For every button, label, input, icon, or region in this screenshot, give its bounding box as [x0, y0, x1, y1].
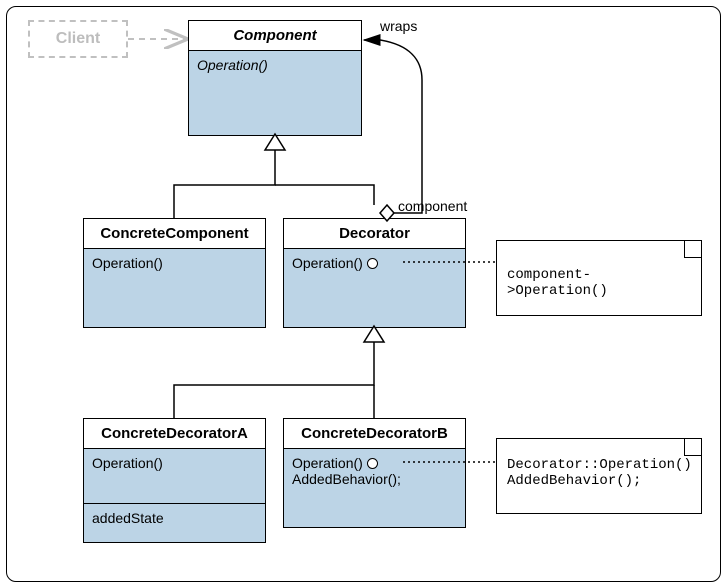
- concrete-component-op: Operation(): [84, 249, 265, 277]
- label-wraps: wraps: [380, 18, 417, 34]
- decorator-op-ring-icon: [367, 258, 378, 269]
- cda-title: ConcreteDecoratorA: [84, 419, 265, 449]
- client-label: Client: [56, 30, 100, 47]
- note-cdb: Decorator::Operation() AddedBehavior();: [496, 438, 702, 514]
- note2-line2: AddedBehavior();: [507, 473, 691, 489]
- decorator-op-text: Operation(): [292, 255, 363, 271]
- note1-text: component->Operation(): [507, 267, 691, 299]
- component-op: Operation(): [189, 51, 361, 79]
- note-fold-icon: [684, 241, 701, 258]
- class-component: Component Operation(): [188, 20, 362, 136]
- class-concrete-decorator-a: ConcreteDecoratorA Operation() addedStat…: [83, 418, 266, 543]
- concrete-component-title: ConcreteComponent: [84, 219, 265, 249]
- class-decorator: Decorator Operation(): [283, 218, 466, 328]
- cda-op: Operation(): [84, 449, 265, 503]
- cdb-op-ring-icon: [367, 458, 378, 469]
- component-title: Component: [189, 21, 361, 51]
- label-component: component: [398, 198, 467, 214]
- cdb-title: ConcreteDecoratorB: [284, 419, 465, 449]
- cdb-op-text: Operation(): [292, 455, 363, 471]
- decorator-title: Decorator: [284, 219, 465, 249]
- client-box: Client: [28, 20, 128, 58]
- note-component-op: component->Operation(): [496, 240, 702, 316]
- note2-line1: Decorator::Operation(): [507, 457, 691, 473]
- note-fold-icon-2: [684, 439, 701, 456]
- cda-state: addedState: [84, 504, 265, 542]
- cdb-behavior-text: AddedBehavior();: [292, 471, 401, 487]
- decorator-op: Operation(): [284, 249, 465, 277]
- class-concrete-component: ConcreteComponent Operation(): [83, 218, 266, 328]
- class-concrete-decorator-b: ConcreteDecoratorB Operation() AddedBeha…: [283, 418, 466, 528]
- cdb-ops: Operation() AddedBehavior();: [284, 449, 465, 493]
